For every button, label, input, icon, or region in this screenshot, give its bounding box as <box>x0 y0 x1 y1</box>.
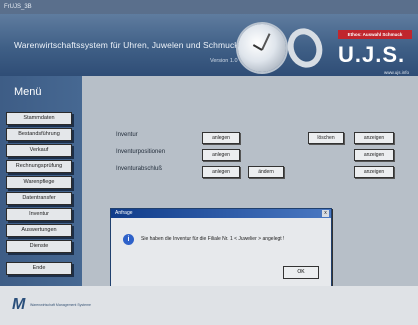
inventurabschluss-anlegen-button[interactable]: anlegen <box>202 166 240 178</box>
inventur-anlegen-button[interactable]: anlegen <box>202 132 240 144</box>
watch-hand-hour <box>252 44 263 51</box>
sidebar-item-auswertungen[interactable]: Auswertungen <box>6 224 72 237</box>
menu-title: Menü <box>14 86 42 98</box>
sidebar-item-bestandsfuehrung[interactable]: Bestandsführung <box>6 128 72 141</box>
sidebar-item-dienste[interactable]: Dienste <box>6 240 72 253</box>
sidebar-item-rechnungspruefung[interactable]: Rechnungsprüfung <box>6 160 72 173</box>
sidebar-item-datentransfer[interactable]: Datentransfer <box>6 192 72 205</box>
inventurpositionen-anzeigen-button[interactable]: anzeigen <box>354 149 394 161</box>
dialog-title: Anfrage <box>115 210 133 216</box>
row-label-inventurpositionen: Inventurpositionen <box>116 149 166 155</box>
info-icon: i <box>123 234 134 245</box>
sidebar-item-verkauf[interactable]: Verkauf <box>6 144 72 157</box>
row-label-inventur: Inventur <box>116 132 138 138</box>
brand-url: www.ujs.info <box>384 70 410 75</box>
dialog-message: Sie haben die Inventur für die Filiale N… <box>141 236 285 242</box>
sidebar-item-stammdaten[interactable]: Stammdaten <box>6 112 72 125</box>
footer: M Warenwirtschaft Management Systeme <box>0 286 418 325</box>
app-window: FrUJS_3B Warenwirtschaftssystem für Uhre… <box>0 0 418 325</box>
inventurabschluss-aendern-button[interactable]: ändern <box>248 166 284 178</box>
inventurabschluss-anzeigen-button[interactable]: anzeigen <box>354 166 394 178</box>
inventurpositionen-anlegen-button[interactable]: anlegen <box>202 149 240 161</box>
sidebar-item-inventur[interactable]: Inventur <box>6 208 72 221</box>
row-label-inventurabschluss: Inventurabschluß <box>116 166 163 172</box>
close-icon[interactable]: x <box>322 210 329 217</box>
ok-button[interactable]: OK <box>283 266 319 279</box>
footer-logo-text: Warenwirtschaft Management Systeme <box>30 303 91 307</box>
sidebar-item-warenpflege[interactable]: Warenpflege <box>6 176 72 189</box>
watch-image <box>238 24 286 72</box>
app-version: Version 1.0 <box>210 58 238 64</box>
brand-logo: U.J.S. <box>338 42 406 67</box>
inventur-loeschen-button[interactable]: löschen <box>308 132 344 144</box>
sidebar-item-ende[interactable]: Ende <box>6 262 72 275</box>
confirmation-dialog: Anfrage x i Sie haben die Inventur für d… <box>110 208 332 288</box>
app-title: Warenwirtschaftssystem für Uhren, Juwele… <box>14 40 239 50</box>
app-header: Warenwirtschaftssystem für Uhren, Juwele… <box>0 14 418 76</box>
sidebar: Menü Stammdaten Bestandsführung Verkauf … <box>0 76 82 286</box>
ring-image <box>282 23 328 73</box>
inventur-anzeigen-button[interactable]: anzeigen <box>354 132 394 144</box>
brand-badge: Ethos: Auswahl Schmuck <box>338 30 412 39</box>
watch-hand-minute <box>261 33 271 51</box>
window-titlebar: FrUJS_3B <box>0 0 418 14</box>
footer-logo-icon: M <box>12 296 26 313</box>
dialog-titlebar: Anfrage x <box>111 209 331 218</box>
